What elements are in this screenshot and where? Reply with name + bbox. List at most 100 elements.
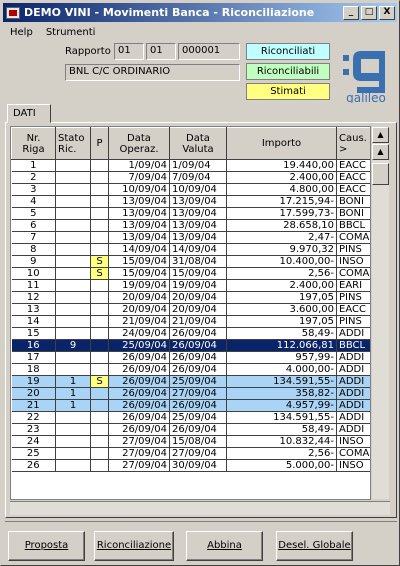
cell-importo: 19.440,00 bbox=[226, 159, 337, 172]
col-data-operaz[interactable]: Data Operaz. bbox=[108, 127, 170, 160]
cell-importo: 2,56- bbox=[226, 267, 337, 280]
table-row[interactable]: 11 19/09/04 19/09/04 2.400,00 EARI bbox=[11, 279, 370, 292]
rapporto-field-1[interactable]: 01 bbox=[114, 43, 144, 60]
table-row[interactable]: 18 26/09/04 26/09/04 4.000,00- ADDI bbox=[11, 363, 370, 376]
cell-importo: 197,05 bbox=[226, 315, 337, 328]
cell-importo: 134.591,55- bbox=[226, 411, 337, 424]
table-row[interactable]: 1 1/09/04 1/09/04 19.440,00 EACC bbox=[11, 159, 370, 172]
cell-data-operaz: 7/09/04 bbox=[108, 171, 170, 184]
table-row[interactable]: 14 21/09/04 21/09/04 197,05 PINS bbox=[11, 315, 370, 328]
table-row[interactable]: 25 27/09/04 27/09/04 2,56- COMA bbox=[11, 447, 370, 460]
table-row[interactable]: 8 14/09/04 14/09/04 9.970,32 PINS bbox=[11, 243, 370, 256]
cell-p bbox=[90, 183, 109, 196]
cell-nr-riga: 1 bbox=[11, 159, 56, 172]
table-row[interactable]: 16 9 25/09/04 26/09/04 112.066,81 BBCL bbox=[11, 339, 370, 352]
cell-p: S bbox=[90, 267, 109, 280]
cell-p bbox=[90, 327, 109, 340]
table-row[interactable]: 20 1 26/09/04 27/09/04 358,82- ADDI bbox=[11, 387, 370, 400]
rapporto-field-2[interactable]: 01 bbox=[146, 43, 176, 60]
col-p[interactable]: P bbox=[90, 127, 109, 160]
cell-causale: PINS bbox=[336, 315, 370, 328]
table-row[interactable]: 6 13/09/04 13/09/04 28.658,10 BBCL bbox=[11, 219, 370, 232]
proposta-button[interactable]: Proposta bbox=[8, 531, 85, 561]
table-row[interactable]: 23 26/09/04 26/09/04 58,49- ADDI bbox=[11, 423, 370, 436]
table-row[interactable]: 3 10/09/04 10/09/04 4.800,00 EACC bbox=[11, 183, 370, 196]
col-stato-ric[interactable]: Stato Ric. bbox=[55, 127, 91, 160]
cell-data-valuta: 27/09/04 bbox=[169, 447, 227, 460]
scroll-thumb[interactable] bbox=[372, 163, 389, 185]
riconciliazione-button[interactable]: Riconciliazione bbox=[94, 531, 174, 561]
table-row[interactable]: 12 20/09/04 20/09/04 197,05 PINS bbox=[11, 291, 370, 304]
movimenti-grid[interactable]: Nr. Riga Stato Ric. P Data Operaz. Data … bbox=[10, 126, 371, 500]
table-row[interactable]: 21 1 26/09/04 26/09/04 4.957,99- ADDI bbox=[11, 399, 370, 412]
menu-help[interactable]: Help bbox=[3, 27, 39, 38]
cell-p bbox=[90, 159, 109, 172]
cell-nr-riga: 12 bbox=[11, 291, 56, 304]
table-row[interactable]: 4 13/09/04 13/09/04 17.215,94- BONI bbox=[11, 195, 370, 208]
table-row[interactable]: 9 S 15/09/04 31/08/04 10.400,00- INSO bbox=[11, 255, 370, 268]
cell-p bbox=[90, 363, 109, 376]
cell-stato-ric bbox=[55, 459, 91, 472]
cell-stato-ric bbox=[55, 411, 91, 424]
table-row[interactable]: 15 24/09/04 26/09/04 58,49- ADDI bbox=[11, 327, 370, 340]
col-importo[interactable]: Importo bbox=[226, 127, 337, 160]
cell-p bbox=[90, 195, 109, 208]
cell-importo: 58,49- bbox=[226, 423, 337, 436]
col-causale[interactable]: Caus. > bbox=[336, 127, 370, 160]
cell-p bbox=[90, 339, 109, 352]
table-row[interactable]: 19 1 S 26/09/04 25/09/04 134.591,55- ADDI bbox=[11, 375, 370, 388]
cell-stato-ric bbox=[55, 207, 91, 220]
maximize-button[interactable]: □ bbox=[361, 5, 377, 20]
cell-nr-riga: 14 bbox=[11, 315, 56, 328]
menu-strumenti[interactable]: Strumenti bbox=[39, 27, 102, 38]
table-row[interactable]: 22 26/09/04 25/09/04 134.591,55- ADDI bbox=[11, 411, 370, 424]
cell-importo: 4.800,00 bbox=[226, 183, 337, 196]
col-nr-riga[interactable]: Nr. Riga bbox=[11, 127, 56, 160]
cell-importo: 17.599,73- bbox=[226, 207, 337, 220]
cell-data-operaz: 26/09/04 bbox=[108, 411, 170, 424]
horizontal-scrollbar[interactable] bbox=[10, 501, 390, 515]
cell-importo: 58,49- bbox=[226, 327, 337, 340]
table-row[interactable]: 24 27/09/04 15/08/04 10.832,44- INSO bbox=[11, 435, 370, 448]
col-data-valuta[interactable]: Data Valuta bbox=[169, 127, 227, 160]
cell-nr-riga: 18 bbox=[11, 363, 56, 376]
table-row[interactable]: 2 7/09/04 7/09/04 2.400,00 EACC bbox=[11, 171, 370, 184]
title-bar[interactable]: DEMO VINI - Movimenti Banca - Riconcilia… bbox=[3, 3, 397, 22]
cell-data-operaz: 26/09/04 bbox=[108, 363, 170, 376]
table-row[interactable]: 5 13/09/04 13/09/04 17.599,73- BONI bbox=[11, 207, 370, 220]
table-row[interactable]: 13 20/09/04 20/09/04 3.600,00 EACC bbox=[11, 303, 370, 316]
cell-data-valuta: 13/09/04 bbox=[169, 219, 227, 232]
cell-importo: 2,47- bbox=[226, 231, 337, 244]
cell-causale: INSO bbox=[336, 435, 370, 448]
cell-stato-ric bbox=[55, 363, 91, 376]
cell-data-operaz: 26/09/04 bbox=[108, 387, 170, 400]
rapporto-field-3[interactable]: 000001 bbox=[178, 43, 240, 60]
cell-nr-riga: 20 bbox=[11, 387, 56, 400]
minimize-button[interactable]: _ bbox=[343, 5, 359, 20]
cell-nr-riga: 8 bbox=[11, 243, 56, 256]
cell-nr-riga: 7 bbox=[11, 231, 56, 244]
cell-data-operaz: 26/09/04 bbox=[108, 375, 170, 388]
cell-nr-riga: 21 bbox=[11, 399, 56, 412]
window-title: DEMO VINI - Movimenti Banca - Riconcilia… bbox=[24, 6, 315, 19]
cell-stato-ric: 1 bbox=[55, 375, 91, 388]
scroll-up-icon[interactable]: ▲ bbox=[372, 144, 389, 160]
cell-data-valuta: 30/09/04 bbox=[169, 459, 227, 472]
legend-riconciliabili: Riconciliabili bbox=[246, 63, 330, 80]
tab-dati[interactable]: DATI bbox=[7, 104, 51, 123]
cell-importo: 10.400,00- bbox=[226, 255, 337, 268]
abbina-button[interactable]: Abbina bbox=[186, 531, 263, 561]
scroll-top-icon[interactable]: ▲ bbox=[372, 127, 389, 143]
conto-field[interactable]: BNL C/C ORDINARIO bbox=[65, 64, 240, 81]
table-row[interactable]: 7 13/09/04 13/09/04 2,47- COMA bbox=[11, 231, 370, 244]
table-row[interactable]: 10 S 15/09/04 15/09/04 2,56- COMA bbox=[11, 267, 370, 280]
table-row[interactable]: 26 27/09/04 30/09/04 5.000,00- INSO bbox=[11, 459, 370, 472]
cell-stato-ric bbox=[55, 255, 91, 268]
cell-nr-riga: 19 bbox=[11, 375, 56, 388]
cell-p bbox=[90, 279, 109, 292]
deselect-globale-button[interactable]: Desel. Globale bbox=[276, 531, 353, 561]
vertical-scrollbar[interactable]: ▲ ▲ bbox=[372, 127, 389, 499]
close-button[interactable]: X bbox=[379, 5, 395, 20]
cell-nr-riga: 15 bbox=[11, 327, 56, 340]
table-row[interactable]: 17 26/09/04 26/09/04 957,99- ADDI bbox=[11, 351, 370, 364]
